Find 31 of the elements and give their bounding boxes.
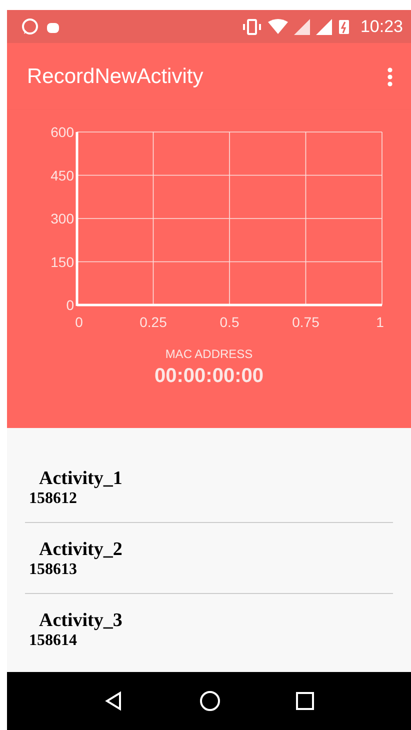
activity-name: Activity_2 (38, 539, 124, 561)
activity-number: 158612 (29, 490, 78, 508)
signal-icon (294, 18, 310, 34)
activity-number: 158613 (29, 561, 78, 579)
overflow-menu-icon[interactable] (387, 66, 393, 86)
recents-icon[interactable] (296, 692, 314, 710)
x-tick-label: 0 (75, 314, 83, 330)
x-tick-label: 0.75 (292, 314, 320, 330)
activity-name: Activity_1 (38, 468, 124, 490)
activity-name: Activity_3 (38, 610, 124, 632)
x-tick-label: 0.25 (140, 314, 167, 330)
x-tick-label: 1 (376, 314, 384, 330)
mac-address-label: MAC ADDRESS (165, 347, 253, 361)
activity-item[interactable]: Activity_3 158614 (25, 594, 393, 664)
x-tick-label: 0.5 (220, 314, 240, 330)
app-title: RecordNewActivity (27, 64, 204, 88)
activity-item[interactable]: Activity_2 158613 (25, 523, 393, 594)
activity-item[interactable]: Activity_1 158612 (25, 452, 393, 523)
y-tick-label: 0 (66, 297, 74, 313)
y-tick-label: 150 (50, 254, 74, 270)
mac-address-value: 00:00:00:00 (154, 365, 264, 388)
y-tick-label: 600 (50, 124, 74, 140)
y-tick-label: 450 (50, 167, 74, 184)
activity-number: 158614 (29, 632, 78, 650)
home-icon[interactable] (198, 690, 221, 712)
signal-icon (316, 18, 332, 34)
vibrate-icon (242, 18, 262, 34)
battery-icon (338, 18, 350, 34)
wifi-icon (268, 18, 288, 34)
y-tick-label: 300 (50, 210, 74, 226)
clock-time: 10:23 (360, 16, 403, 36)
